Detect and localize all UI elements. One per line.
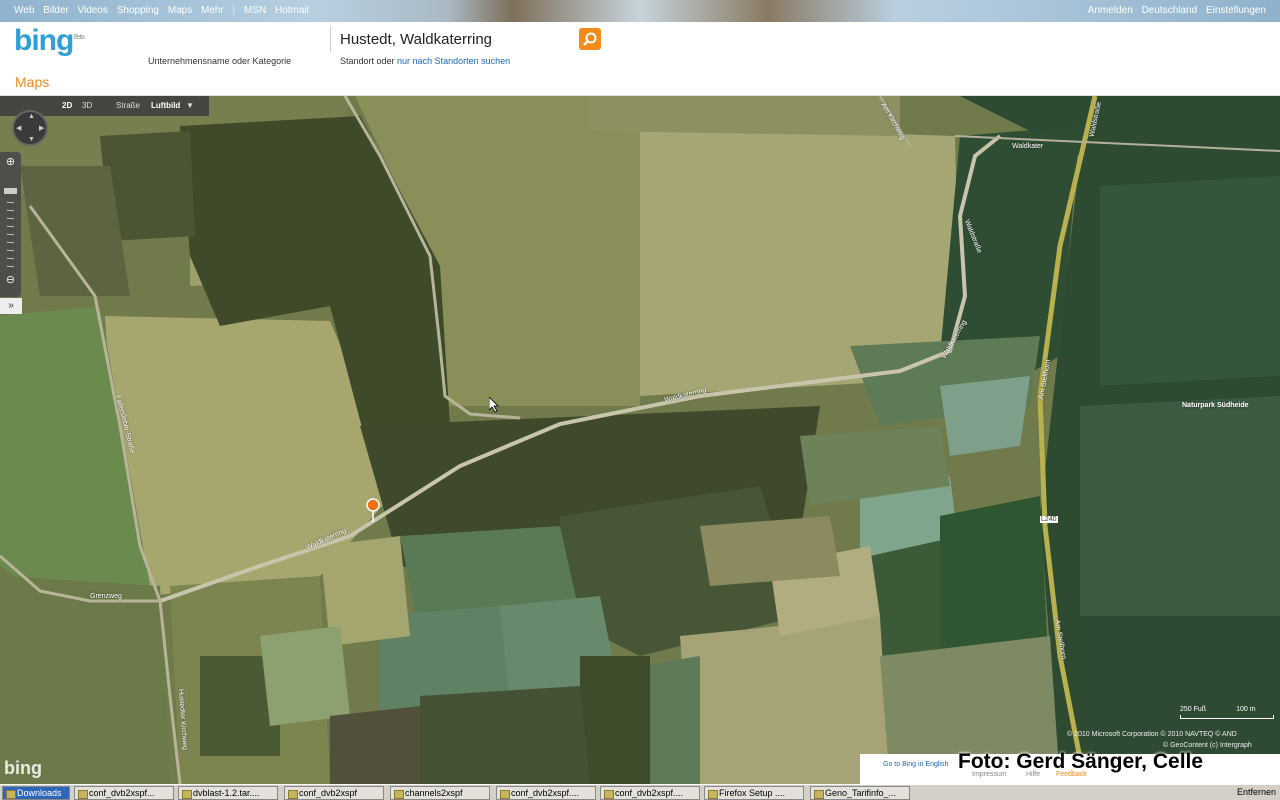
location-only-link[interactable]: nur nach Standorten suchen — [397, 56, 510, 66]
sign-in-link[interactable]: Anmelden — [1088, 5, 1133, 16]
location-search-input[interactable] — [333, 26, 573, 52]
taskbar-item[interactable]: dvblast-1.2.tar.... — [178, 786, 278, 800]
aerial-imagery — [0, 96, 1280, 784]
compass-control[interactable]: ▲ ▼ ◀ ▶ — [12, 110, 48, 146]
scale-bar — [1180, 715, 1274, 719]
mouse-cursor-icon — [488, 396, 499, 418]
location-pin-icon[interactable] — [366, 498, 380, 527]
map-scale: 250 Fuß 100 m — [1180, 706, 1256, 713]
expand-panel-button[interactable]: » — [0, 298, 22, 314]
map-copyright-line-1: © 2010 Microsoft Corporation © 2010 NAVT… — [1067, 731, 1237, 738]
zoom-tick — [7, 218, 14, 219]
mode-2d-button[interactable]: 2D — [62, 101, 72, 110]
taskbar-item[interactable]: Geno_Tarifinfo_... — [810, 786, 910, 800]
area-label-naturpark: Naturpark Südheide — [1182, 402, 1249, 409]
compass-north-icon[interactable]: ▲ — [28, 113, 35, 120]
top-nav-links: Web Bilder Videos Shopping Maps Mehr | M… — [14, 5, 315, 16]
chevron-down-icon: ▼ — [186, 101, 194, 110]
taskbar-item[interactable]: Firefox Setup .... — [704, 786, 804, 800]
compass-east-icon[interactable]: ▶ — [39, 124, 44, 132]
map-copyright-line-2: © GeoContent (c) Intergraph — [1163, 742, 1252, 749]
bing-logo-text: bing — [14, 24, 74, 57]
zoom-tick — [7, 202, 14, 203]
region-link[interactable]: Deutschland — [1142, 5, 1198, 16]
aerial-map[interactable]: Waldkaterring Waldkaterring Waldkaterrin… — [0, 96, 1280, 784]
taskbar-item[interactable]: conf_dvb2xspf... — [74, 786, 174, 800]
nav-link-videos[interactable]: Videos — [78, 5, 108, 16]
zoom-slider-handle[interactable] — [4, 188, 17, 194]
bing-footer-logo: bing — [4, 758, 42, 778]
taskbar-item[interactable]: conf_dvb2xspf — [284, 786, 384, 800]
double-chevron-right-icon: » — [8, 300, 14, 311]
road-label-waldkater: Waldkater — [1012, 143, 1044, 150]
scale-feet: 250 Fuß — [1180, 706, 1207, 713]
business-search-input[interactable] — [141, 26, 331, 52]
zoom-tick — [7, 250, 14, 251]
scale-meters: 100 m — [1236, 706, 1256, 713]
location-label-prefix: Standort oder — [340, 56, 398, 66]
search-icon — [583, 32, 597, 46]
aerial-view-dropdown[interactable]: Luftbild — [151, 101, 180, 110]
zoom-out-icon[interactable]: ⊖ — [4, 274, 17, 287]
nav-link-msn[interactable]: MSN — [244, 5, 266, 16]
mode-3d-button[interactable]: 3D — [82, 101, 92, 110]
top-nav-bar: Web Bilder Videos Shopping Maps Mehr | M… — [0, 0, 1280, 22]
location-search-label: Standort oder nur nach Standorten suchen — [340, 56, 510, 66]
bing-logo[interactable]: bingBeta — [14, 24, 85, 58]
nav-link-hotmail[interactable]: Hotmail — [275, 5, 309, 16]
nav-link-web[interactable]: Web — [14, 5, 34, 16]
nav-link-mehr[interactable]: Mehr — [201, 5, 224, 16]
maps-section-title: Maps — [15, 74, 50, 90]
road-label-l240: L240 — [1040, 516, 1058, 523]
nav-link-shopping[interactable]: Shopping — [117, 5, 159, 16]
zoom-tick — [7, 234, 14, 235]
photo-credit-watermark: Foto: Gerd Sänger, Celle — [958, 750, 1204, 773]
taskbar-item[interactable]: conf_dvb2xspf.... — [600, 786, 700, 800]
settings-link[interactable]: Einstellungen — [1206, 5, 1266, 16]
taskbar-item-downloads[interactable]: Downloads — [2, 786, 70, 800]
zoom-in-icon[interactable]: ⊕ — [4, 156, 17, 169]
zoom-tick — [7, 266, 14, 267]
zoom-tick — [7, 210, 14, 211]
top-nav-right: Anmelden Deutschland Einstellungen — [1082, 5, 1266, 16]
taskbar-item[interactable]: channels2xspf — [390, 786, 490, 800]
compass-west-icon[interactable]: ◀ — [16, 124, 21, 132]
zoom-tick — [7, 242, 14, 243]
taskbar-item[interactable]: conf_dvb2xspf.... — [496, 786, 596, 800]
business-search-label: Unternehmensname oder Kategorie — [148, 56, 292, 66]
zoom-control: ⊕ ⊖ — [0, 152, 21, 297]
os-taskbar: Downloads conf_dvb2xspf... dvblast-1.2.t… — [0, 784, 1280, 800]
road-label-grenzweg: Grenzweg — [90, 593, 122, 600]
go-to-english-link[interactable]: Go to Bing in English — [883, 761, 948, 768]
street-view-button[interactable]: Straße — [116, 101, 140, 110]
zoom-tick — [7, 258, 14, 259]
zoom-tick — [7, 226, 14, 227]
taskbar-remove-button[interactable]: Entfernen — [1237, 787, 1276, 797]
nav-link-maps[interactable]: Maps — [168, 5, 192, 16]
nav-link-bilder[interactable]: Bilder — [43, 5, 69, 16]
search-button[interactable] — [579, 28, 601, 50]
nav-separator: | — [232, 5, 236, 16]
compass-south-icon[interactable]: ▼ — [28, 136, 35, 143]
search-header: bingBeta Maps Unternehmensname oder Kate… — [0, 22, 1280, 96]
beta-badge: Beta — [73, 34, 84, 41]
